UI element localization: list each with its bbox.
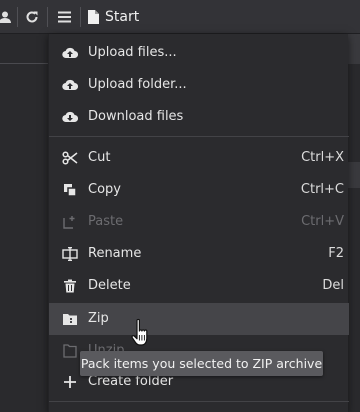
menu-item-cut[interactable]: Cut Ctrl+X bbox=[49, 142, 349, 174]
menu-divider bbox=[49, 136, 349, 137]
shortcut-label: Ctrl+V bbox=[301, 214, 344, 229]
shortcut-label: Ctrl+X bbox=[301, 150, 344, 165]
right-pane bbox=[348, 34, 360, 412]
menu-item-label: Create folder bbox=[88, 374, 174, 389]
menu-item-label: Upload folder... bbox=[88, 77, 187, 92]
menu-item-label: Rename bbox=[88, 246, 142, 261]
cloud-download-icon bbox=[62, 109, 78, 125]
zip-folder-icon bbox=[62, 311, 78, 327]
menu-item-download-files[interactable]: Download files bbox=[49, 101, 349, 133]
menu-item-upload-files[interactable]: Upload files... bbox=[49, 37, 349, 69]
rename-icon bbox=[62, 246, 78, 262]
toolbar-divider bbox=[47, 7, 48, 27]
menu-item-label: Zip bbox=[88, 311, 109, 326]
user-button[interactable] bbox=[0, 6, 16, 28]
shortcut-label: Del bbox=[322, 278, 344, 293]
menu-item-label: Cut bbox=[88, 150, 111, 165]
trash-icon bbox=[62, 278, 78, 294]
file-icon bbox=[88, 10, 99, 24]
menu-item-paste[interactable]: Paste Ctrl+V bbox=[49, 206, 349, 238]
menu-button[interactable] bbox=[53, 6, 75, 28]
hamburger-icon bbox=[57, 11, 71, 23]
menu-item-label: Delete bbox=[88, 278, 131, 293]
menu-item-rename[interactable]: Rename F2 bbox=[49, 238, 349, 270]
tooltip-text: Pack items you selected to ZIP archive bbox=[80, 356, 323, 371]
shortcut-label: F2 bbox=[328, 246, 344, 261]
menu-item-label: Paste bbox=[88, 214, 124, 229]
scissors-icon bbox=[62, 150, 78, 166]
menu-item-label: Copy bbox=[88, 182, 121, 197]
left-pane bbox=[0, 34, 48, 412]
menu-item-zip[interactable]: Zip bbox=[49, 303, 349, 335]
refresh-icon bbox=[26, 11, 38, 23]
copy-icon bbox=[62, 182, 78, 198]
menu-item-delete[interactable]: Delete Del bbox=[49, 270, 349, 302]
menu-item-label: Download files bbox=[88, 109, 184, 124]
breadcrumb-label: Start bbox=[105, 9, 140, 25]
toolbar: Start bbox=[0, 0, 360, 34]
toolbar-divider bbox=[80, 7, 81, 27]
menu-item-upload-folder[interactable]: Upload folder... bbox=[49, 69, 349, 101]
cloud-upload-icon bbox=[62, 77, 78, 93]
menu-item-label: Upload files... bbox=[88, 45, 177, 60]
unzip-icon bbox=[62, 343, 78, 359]
paste-icon bbox=[62, 214, 78, 230]
cloud-upload-icon bbox=[62, 45, 78, 61]
hand-cursor-icon bbox=[131, 318, 148, 346]
refresh-button[interactable] bbox=[21, 6, 43, 28]
user-icon bbox=[0, 11, 11, 23]
toolbar-divider bbox=[17, 7, 18, 27]
menu-item-copy[interactable]: Copy Ctrl+C bbox=[49, 174, 349, 206]
breadcrumb[interactable]: Start bbox=[82, 0, 360, 34]
tooltip: Pack items you selected to ZIP archive bbox=[80, 351, 323, 376]
menu-divider bbox=[49, 401, 349, 402]
plus-icon bbox=[62, 374, 78, 390]
shortcut-label: Ctrl+C bbox=[300, 182, 344, 197]
